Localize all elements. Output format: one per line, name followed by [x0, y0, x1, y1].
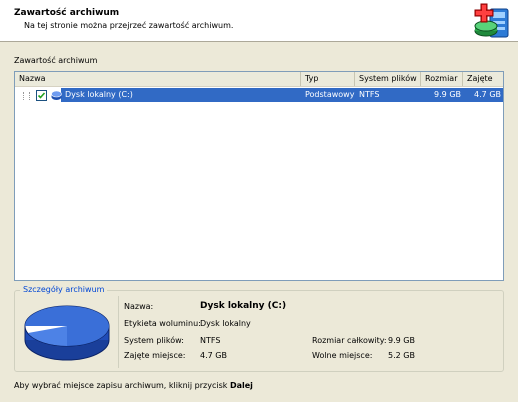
- row-type: Podstawowy: [305, 90, 355, 99]
- volume-value: Dysk lokalny: [200, 319, 251, 328]
- name-value: Dysk lokalny (C:): [200, 301, 287, 311]
- total-size-label: Rozmiar całkowity:: [312, 336, 387, 345]
- disk-checkbox[interactable]: [36, 90, 47, 101]
- row-size: 9.9 GB: [434, 90, 461, 99]
- free-space-value: 5.2 GB: [388, 351, 415, 360]
- row-used: 4.7 GB: [474, 90, 501, 99]
- check-icon: [37, 92, 46, 99]
- free-space-label: Wolne miejsce:: [312, 351, 373, 360]
- tree-line: [29, 92, 30, 100]
- wizard-header: Zawartość archiwum Na tej stronie można …: [0, 0, 518, 42]
- filesystem-label: System plików:: [124, 336, 184, 345]
- disk-icon: [51, 90, 62, 100]
- list-header: Nazwa Typ System plików Rozmiar Zajęte: [15, 72, 503, 87]
- filesystem-value: NTFS: [200, 336, 221, 345]
- column-header-name[interactable]: Nazwa: [15, 72, 301, 86]
- row-name: Dysk lokalny (C:): [65, 90, 133, 99]
- details-group-title: Szczegóły archiwum: [20, 285, 108, 294]
- archive-wizard-icon: [474, 3, 509, 38]
- column-header-size[interactable]: Rozmiar: [421, 72, 463, 86]
- archive-contents-list[interactable]: Nazwa Typ System plików Rozmiar Zajęte D…: [14, 71, 504, 281]
- used-space-label: Zajęte miejsce:: [124, 351, 186, 360]
- footer-hint: Aby wybrać miejsce zapisu archiwum, klik…: [14, 381, 253, 390]
- column-header-filesystem[interactable]: System plików: [355, 72, 421, 86]
- volume-label: Etykieta woluminu:: [124, 319, 201, 328]
- column-header-type[interactable]: Typ: [301, 72, 355, 86]
- page-subtitle: Na tej stronie można przejrzeć zawartość…: [24, 21, 234, 30]
- disk-illustration-icon: [24, 305, 110, 361]
- footer-next-word: Dalej: [229, 381, 253, 390]
- footer-text: Aby wybrać miejsce zapisu archiwum, klik…: [14, 381, 230, 390]
- contents-label: Zawartość archiwum: [14, 56, 98, 65]
- column-header-used[interactable]: Zajęte: [463, 72, 503, 86]
- list-item[interactable]: Dysk lokalny (C:) Podstawowy NTFS 9.9 GB…: [15, 88, 503, 102]
- row-filesystem: NTFS: [359, 90, 380, 99]
- total-size-value: 9.9 GB: [388, 336, 415, 345]
- name-label: Nazwa:: [124, 302, 154, 311]
- tree-line: [23, 92, 24, 100]
- used-space-value: 4.7 GB: [200, 351, 227, 360]
- page-title: Zawartość archiwum: [14, 8, 120, 18]
